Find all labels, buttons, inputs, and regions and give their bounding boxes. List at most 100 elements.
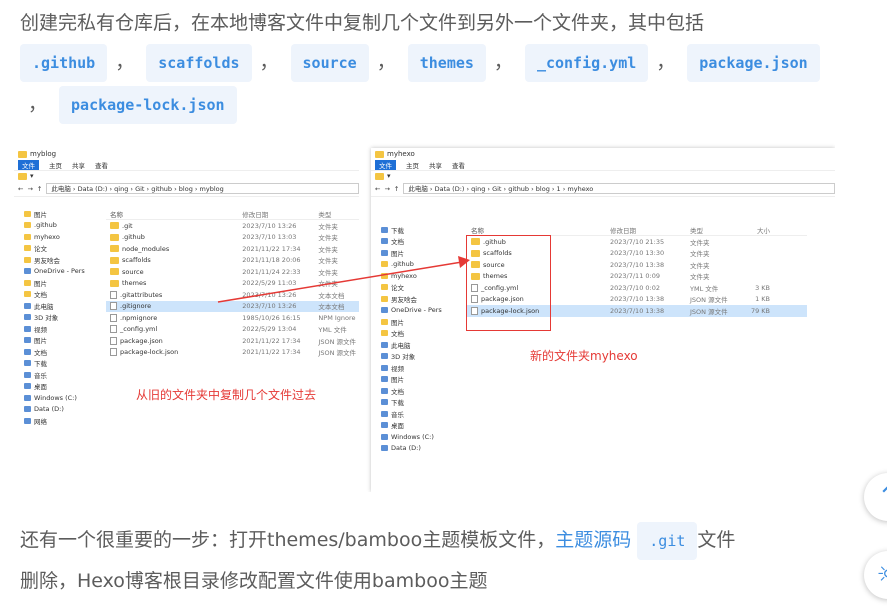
ribbon-tab[interactable]: 查看 (95, 160, 108, 170)
paragraph-2-text: 还有一个很重要的一步：打开themes/bamboo主题模板文件， (20, 529, 556, 551)
pc-icon (24, 314, 31, 321)
nav-item-label: 图片 (34, 279, 47, 288)
ribbon-tab[interactable]: 主页 (406, 160, 419, 170)
nav-item-label: 视频 (391, 364, 404, 373)
nav-item[interactable]: 文档 (371, 328, 445, 340)
nav-item[interactable]: 图片 (371, 316, 445, 328)
nav-item[interactable]: myhexo (14, 231, 88, 243)
nav-item-label: 桌面 (391, 422, 404, 431)
file-type: 文件夹 (690, 250, 710, 259)
column-header[interactable]: 类型 (690, 225, 740, 235)
nav-item[interactable]: 文档 (371, 385, 445, 397)
file-row[interactable]: .git 2023/7/10 13:26 文件夹 (106, 220, 359, 232)
pc-icon (24, 325, 31, 332)
file-type: YML 文件 (318, 326, 347, 335)
folder-icon (110, 256, 119, 264)
nav-item[interactable]: 桌面 (14, 381, 88, 393)
nav-item[interactable]: 文档 (14, 346, 88, 358)
nav-item[interactable]: 男友啥会 (14, 254, 88, 266)
forward-arrow-icon[interactable]: → (384, 185, 389, 193)
nav-item[interactable]: 图片 (371, 374, 445, 386)
nav-item[interactable]: 下载 (14, 358, 88, 370)
column-header[interactable]: 名称 (467, 225, 610, 235)
file-row[interactable]: package.json 2021/11/22 17:34 JSON 源文件 (106, 335, 359, 347)
theme-toggle-button[interactable]: ☼ (864, 551, 887, 599)
up-arrow-icon[interactable]: ↑ (37, 185, 42, 193)
old-explorer-window: myblog 文件 主页 共享 查看 ▾ ← → ↑ 此电脑 › Data (D:) … (14, 148, 359, 492)
ribbon-tab[interactable]: 主页 (49, 160, 62, 170)
inline-code: themes (407, 44, 486, 82)
nav-item-label: 文档 (391, 330, 404, 339)
file-date: 2021/11/22 17:34 (242, 348, 301, 357)
ribbon-tab[interactable]: 共享 (72, 160, 85, 170)
nav-item-label: 下载 (391, 226, 404, 235)
address-path[interactable]: 此电脑 › Data (D:) › qing › Git › github › … (403, 183, 835, 194)
nav-item[interactable]: 图片 (14, 335, 88, 347)
pc-icon (381, 353, 388, 360)
nav-item[interactable]: Windows (C:) (14, 392, 88, 404)
chevron-down-icon[interactable]: ▾ (30, 172, 34, 180)
nav-item[interactable]: 桌面 (371, 420, 445, 432)
inline-code: source (290, 44, 369, 82)
nav-item[interactable]: 音乐 (14, 369, 88, 381)
copy-arrow (217, 256, 470, 303)
file-type: NPM Ignore (318, 313, 356, 322)
nav-item[interactable]: .github (14, 220, 88, 232)
nav-item-label: 网络 (34, 417, 47, 426)
nav-item[interactable]: 视频 (14, 323, 88, 335)
nav-item[interactable]: OneDrive - Pers (14, 266, 88, 278)
nav-item[interactable]: 3D 对象 (371, 351, 445, 363)
file-icon (110, 325, 117, 334)
column-header[interactable]: 大小 (740, 225, 770, 235)
file-type: JSON 源文件 (318, 337, 357, 346)
ribbon-tab[interactable]: 查看 (452, 160, 465, 170)
file-date: 2022/5/29 13:04 (242, 325, 297, 334)
nav-item-label: 图片 (34, 210, 47, 219)
nav-item[interactable]: Data (D:) (371, 443, 445, 455)
new-folder-annotation: 新的文件夹myhexo (530, 349, 638, 363)
file-icon (110, 302, 117, 311)
nav-item[interactable]: Windows (C:) (371, 431, 445, 443)
nav-item[interactable]: Data (D:) (14, 404, 88, 416)
nav-item[interactable]: 此电脑 (371, 339, 445, 351)
nav-item[interactable]: 图片 (14, 208, 88, 220)
nav-item[interactable]: 网络 (14, 415, 88, 427)
chevron-down-icon[interactable]: ▾ (387, 172, 391, 180)
file-row[interactable]: .npmignore 1985/10/26 16:15 NPM Ignore (106, 312, 359, 324)
column-header[interactable]: 名称 (106, 209, 242, 219)
ribbon-tabs: 文件 主页 共享 查看 (371, 160, 835, 171)
ribbon-tab[interactable]: 文件 (18, 160, 39, 170)
folder-icon (24, 256, 31, 263)
back-to-top-button[interactable]: ⌃ (864, 473, 887, 521)
file-row[interactable]: _config.yml 2022/5/29 13:04 YML 文件 (106, 324, 359, 336)
file-type: 文件夹 (318, 222, 338, 231)
nav-item[interactable]: 图片 (14, 277, 88, 289)
column-header[interactable]: 修改日期 (242, 209, 318, 219)
file-date: 2023/7/10 13:38 (610, 295, 665, 304)
nav-item[interactable]: 音乐 (371, 408, 445, 420)
file-row[interactable]: package-lock.json 2021/11/22 17:34 JSON 源文… (106, 347, 359, 359)
back-arrow-icon[interactable]: ← (18, 185, 23, 193)
column-header[interactable]: 修改日期 (610, 225, 690, 235)
folder-icon (24, 222, 31, 229)
ribbon-tab[interactable]: 文件 (375, 160, 396, 170)
theme-source-link[interactable]: 主题源码 (555, 529, 631, 551)
ribbon-tab[interactable]: 共享 (429, 160, 442, 170)
pc-icon (381, 410, 388, 417)
inline-code: package-lock.json (59, 86, 237, 124)
nav-item[interactable]: 下载 (371, 397, 445, 409)
nav-item[interactable]: 文档 (14, 289, 88, 301)
nav-item[interactable]: 下载 (371, 224, 445, 236)
nav-item[interactable]: 此电脑 (14, 300, 88, 312)
nav-item[interactable]: 视频 (371, 362, 445, 374)
up-arrow-icon[interactable]: ↑ (394, 185, 399, 193)
forward-arrow-icon[interactable]: → (27, 185, 32, 193)
back-arrow-icon[interactable]: ← (375, 185, 380, 193)
nav-item[interactable]: 3D 对象 (14, 312, 88, 324)
nav-item[interactable]: 论文 (14, 243, 88, 255)
address-path[interactable]: 此电脑 › Data (D:) › qing › Git › github › … (46, 183, 359, 194)
file-date: 2023/7/10 0:02 (610, 283, 660, 292)
file-name: .gitignore (120, 302, 152, 311)
nav-item-label: 男友啥会 (34, 256, 60, 265)
column-header[interactable]: 类型 (318, 209, 359, 219)
